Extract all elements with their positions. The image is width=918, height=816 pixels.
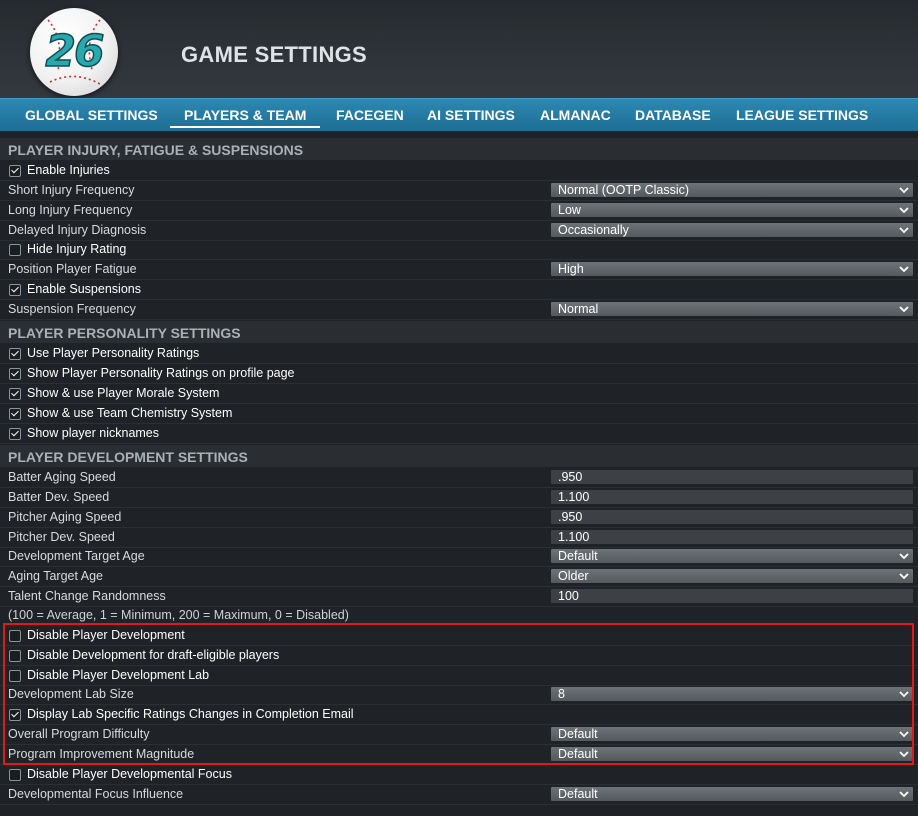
team-chemistry-checkbox[interactable] (9, 408, 21, 420)
pitcher-aging-speed-row: Pitcher Aging Speed .950 (0, 508, 918, 528)
disable-developmental-focus-row[interactable]: Disable Player Developmental Focus (0, 765, 918, 785)
batter-aging-speed-row: Batter Aging Speed .950 (0, 468, 918, 488)
chevron-down-icon (899, 266, 909, 273)
logo-number: 26 (45, 25, 106, 78)
player-morale-checkbox[interactable] (9, 388, 21, 400)
section-header-personality: PLAYER PERSONALITY SETTINGS (0, 321, 918, 343)
overall-program-difficulty-dropdown[interactable]: Default (551, 727, 913, 741)
app-logo: 26 (30, 8, 118, 96)
chevron-down-icon (899, 187, 909, 194)
team-chemistry-row[interactable]: Show & use Team Chemistry System (0, 404, 918, 424)
hide-injury-rating-row[interactable]: Hide Injury Rating (0, 240, 918, 260)
suspension-frequency-dropdown[interactable]: Normal (551, 302, 913, 316)
enable-suspensions-row[interactable]: Enable Suspensions (0, 280, 918, 300)
talent-change-randomness-row: Talent Change Randomness 100 (0, 587, 918, 607)
chevron-down-icon (899, 306, 909, 313)
batter-dev-speed-row: Batter Dev. Speed 1.100 (0, 488, 918, 508)
long-injury-frequency-dropdown[interactable]: Low (551, 203, 913, 217)
lab-ratings-email-checkbox[interactable] (9, 709, 21, 721)
talent-change-randomness-input[interactable]: 100 (551, 589, 913, 603)
enable-injuries-row[interactable]: Enable Injuries (0, 161, 918, 181)
disable-development-lab-row[interactable]: Disable Player Development Lab (0, 666, 918, 686)
tab-bar: GLOBAL SETTINGS PLAYERS & TEAM FACEGEN A… (0, 98, 918, 131)
batter-dev-speed-input[interactable]: 1.100 (551, 490, 913, 504)
show-personality-ratings-checkbox[interactable] (9, 368, 21, 380)
chevron-down-icon (899, 751, 909, 758)
enable-suspensions-checkbox[interactable] (9, 284, 21, 296)
use-personality-ratings-checkbox[interactable] (9, 348, 21, 360)
development-target-age-dropdown[interactable]: Default (551, 549, 913, 563)
enable-injuries-checkbox[interactable] (9, 165, 21, 177)
player-nicknames-checkbox[interactable] (9, 428, 21, 440)
development-lab-size-row: Development Lab Size 8 (0, 685, 918, 705)
chevron-down-icon (899, 691, 909, 698)
suspension-frequency-row: Suspension Frequency Normal (0, 300, 918, 320)
tab-players-team[interactable]: PLAYERS & TEAM (170, 99, 321, 131)
tab-ai-settings[interactable]: AI SETTINGS (427, 99, 515, 131)
position-player-fatigue-dropdown[interactable]: High (551, 262, 913, 276)
developmental-focus-influence-row: Developmental Focus Influence Default (0, 785, 918, 805)
short-injury-frequency-row: Short Injury Frequency Normal (OOTP Clas… (0, 181, 918, 201)
delayed-injury-diagnosis-row: Delayed Injury Diagnosis Occasionally (0, 221, 918, 241)
overall-program-difficulty-row: Overall Program Difficulty Default (0, 725, 918, 745)
batter-aging-speed-input[interactable]: .950 (551, 470, 913, 484)
section-header-development: PLAYER DEVELOPMENT SETTINGS (0, 445, 918, 467)
program-improvement-magnitude-row: Program Improvement Magnitude Default (0, 745, 918, 765)
disable-player-development-row[interactable]: Disable Player Development (0, 626, 918, 646)
disable-developmental-focus-checkbox[interactable] (9, 769, 21, 781)
show-personality-ratings-row[interactable]: Show Player Personality Ratings on profi… (0, 364, 918, 384)
chevron-down-icon (899, 553, 909, 560)
pitcher-aging-speed-input[interactable]: .950 (551, 510, 913, 524)
development-target-age-row: Development Target Age Default (0, 547, 918, 567)
disable-player-development-checkbox[interactable] (9, 630, 21, 642)
position-player-fatigue-row: Position Player Fatigue High (0, 260, 918, 280)
pitcher-dev-speed-input[interactable]: 1.100 (551, 530, 913, 544)
tab-global-settings[interactable]: GLOBAL SETTINGS (25, 99, 158, 131)
talent-randomness-note: (100 = Average, 1 = Minimum, 200 = Maxim… (8, 608, 349, 622)
page-title: GAME SETTINGS (181, 42, 368, 67)
tab-league-settings[interactable]: LEAGUE SETTINGS (736, 99, 868, 131)
chevron-down-icon (899, 791, 909, 798)
short-injury-frequency-dropdown[interactable]: Normal (OOTP Classic) (551, 183, 913, 197)
disable-development-lab-checkbox[interactable] (9, 670, 21, 682)
developmental-focus-influence-dropdown[interactable]: Default (551, 787, 913, 801)
tab-database[interactable]: DATABASE (635, 99, 711, 131)
app-header: 26 GAME SETTINGS (0, 0, 918, 98)
use-personality-ratings-row[interactable]: Use Player Personality Ratings (0, 344, 918, 364)
chevron-down-icon (899, 573, 909, 580)
disable-draft-eligible-development-row[interactable]: Disable Development for draft-eligible p… (0, 646, 918, 666)
development-lab-size-dropdown[interactable]: 8 (551, 687, 913, 701)
tab-facegen[interactable]: FACEGEN (336, 99, 404, 131)
aging-target-age-dropdown[interactable]: Older (551, 569, 913, 583)
player-nicknames-row[interactable]: Show player nicknames (0, 424, 918, 444)
chevron-down-icon (899, 207, 909, 214)
aging-target-age-row: Aging Target Age Older (0, 567, 918, 587)
disable-draft-eligible-development-checkbox[interactable] (9, 650, 21, 662)
chevron-down-icon (899, 227, 909, 234)
tab-almanac[interactable]: ALMANAC (540, 99, 611, 131)
hide-injury-rating-checkbox[interactable] (9, 244, 21, 256)
program-improvement-magnitude-dropdown[interactable]: Default (551, 747, 913, 761)
long-injury-frequency-row: Long Injury Frequency Low (0, 201, 918, 221)
player-morale-row[interactable]: Show & use Player Morale System (0, 384, 918, 404)
chevron-down-icon (899, 731, 909, 738)
pitcher-dev-speed-row: Pitcher Dev. Speed 1.100 (0, 528, 918, 548)
lab-ratings-email-row[interactable]: Display Lab Specific Ratings Changes in … (0, 705, 918, 725)
delayed-injury-diagnosis-dropdown[interactable]: Occasionally (551, 223, 913, 237)
section-header-injury: PLAYER INJURY, FATIGUE & SUSPENSIONS (0, 138, 918, 160)
